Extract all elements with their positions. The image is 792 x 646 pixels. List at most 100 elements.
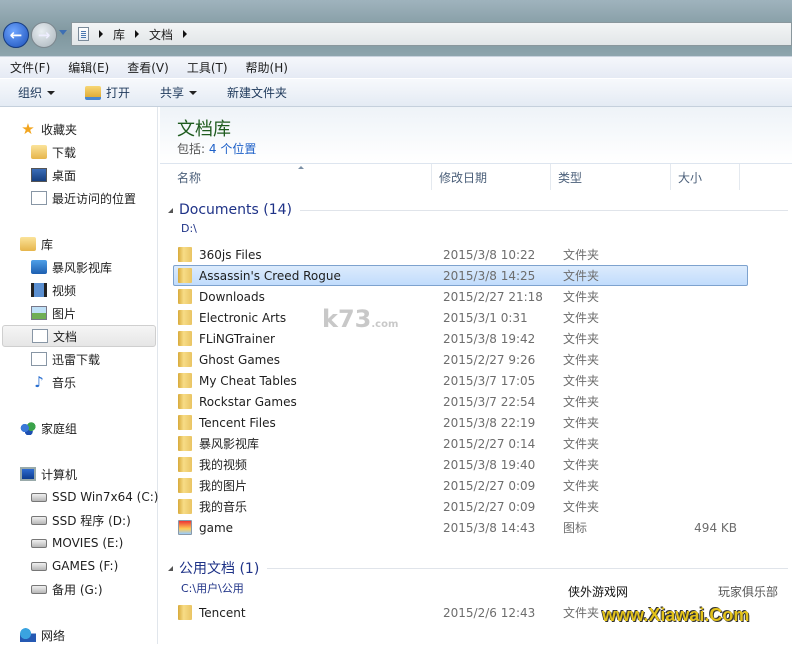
file-date: 2015/3/8 14:25 [443,268,536,283]
breadcrumb-documents[interactable]: 文档 [149,26,173,43]
menu-view[interactable]: 查看(V) [127,59,169,76]
file-date: 2015/2/27 0:09 [443,478,536,493]
sidebar-item-thunder-downloads[interactable]: 迅雷下载 [0,348,157,370]
file-row[interactable]: My Cheat Tables 2015/3/7 17:05 文件夹 [173,370,748,391]
group-title: 公用文档 (1) [179,561,260,577]
file-row[interactable]: 我的图片 2015/2/27 0:09 文件夹 [173,475,748,496]
file-type: 图标 [563,521,588,535]
sidebar-network[interactable]: 网络 [0,624,157,646]
share-label: 共享 [160,86,185,100]
file-row[interactable]: Tencent Files 2015/3/8 22:19 文件夹 [173,412,748,433]
drive-icon [31,515,47,525]
file-date: 2015/3/7 22:54 [443,394,536,409]
file-type: 文件夹 [563,311,600,325]
file-row[interactable]: Electronic Arts 2015/3/1 0:31 文件夹 [173,307,748,328]
new-folder-button[interactable]: 新建文件夹 [227,84,287,101]
sidebar-item-pictures[interactable]: 图片 [0,302,157,324]
file-row[interactable]: Ghost Games 2015/2/27 9:26 文件夹 [173,349,748,370]
file-row[interactable]: 暴风影视库 2015/2/27 0:14 文件夹 [173,433,748,454]
sidebar-item-downloads[interactable]: 下载 [0,141,157,163]
file-date: 2015/2/27 0:14 [443,436,536,451]
file-name: Tencent [199,605,246,620]
recent-pages-dropdown[interactable] [59,30,67,35]
file-name: 我的视频 [199,458,248,472]
file-size: 494 KB [694,520,737,535]
sidebar-item-drive-g[interactable]: 备用 (G:) [0,578,157,600]
column-name[interactable]: 名称 [170,164,432,190]
breadcrumb-libraries[interactable]: 库 [113,26,125,43]
share-button[interactable]: 共享 [160,84,198,101]
menu-edit[interactable]: 编辑(E) [68,59,109,76]
forward-button[interactable]: → [31,22,57,48]
sidebar-item-baofeng-library[interactable]: 暴风影视库 [0,256,157,278]
sidebar-item-drive-e[interactable]: MOVIES (E:) [0,532,157,554]
sidebar-item-label: 文档 [53,329,78,344]
back-button[interactable]: ← [3,22,29,48]
file-date: 2015/2/27 0:09 [443,499,536,514]
sidebar-item-music[interactable]: ♪ 音乐 [0,371,157,393]
file-row[interactable]: 360js Files 2015/3/8 10:22 文件夹 [173,244,748,265]
document-icon [31,352,47,366]
address-bar[interactable]: 库 文档 [71,22,792,46]
sidebar-item-drive-d[interactable]: SSD 程序 (D:) [0,509,157,531]
column-headers: 名称 修改日期 类型 大小 [160,163,792,190]
group-header[interactable]: 公用文档 (1) [160,558,792,578]
file-row[interactable]: FLiNGTrainer 2015/3/8 19:42 文件夹 [173,328,748,349]
sidebar-item-label: 最近访问的位置 [52,191,137,206]
xiawai-watermark-logo: www.Xiawai.Com [602,605,750,625]
folder-icon [178,457,192,472]
sidebar-item-drive-f[interactable]: GAMES (F:) [0,555,157,577]
file-name: 我的图片 [199,479,248,493]
file-row[interactable]: game 2015/3/8 14:43 图标 494 KB [173,517,748,538]
open-button[interactable]: 打开 [85,84,130,101]
group-path[interactable]: C:\用户\公用 [181,580,244,596]
drive-icon [31,538,47,548]
file-row[interactable]: Downloads 2015/2/27 21:18 文件夹 [173,286,748,307]
group-header[interactable]: Documents (14) [160,200,792,220]
navigation-pane: ★ 收藏夹 下载 桌面 最近访问的位置 库 暴风影视库 视频 图片 文档 迅雷下载… [0,107,158,644]
file-row[interactable]: 我的视频 2015/3/8 19:40 文件夹 [173,454,748,475]
drive-icon [31,561,47,571]
column-date-modified[interactable]: 修改日期 [432,164,551,190]
file-name: 暴风影视库 [199,437,260,451]
file-row[interactable]: Rockstar Games 2015/3/7 22:54 文件夹 [173,391,748,412]
file-date: 2015/2/6 12:43 [443,605,536,620]
breadcrumb-chevron-icon[interactable] [183,30,188,38]
libraries-icon [20,237,36,251]
organize-button[interactable]: 组织 [18,84,56,101]
file-row[interactable]: 我的音乐 2015/2/27 0:09 文件夹 [173,496,748,517]
menu-file[interactable]: 文件(F) [10,59,50,76]
sidebar-item-label: 库 [41,237,54,252]
sidebar-item-desktop[interactable]: 桌面 [0,164,157,186]
sidebar-item-recent-places[interactable]: 最近访问的位置 [0,187,157,209]
sidebar-item-drive-c[interactable]: SSD Win7x64 (C:) [0,486,158,508]
file-type: 文件夹 [563,395,600,409]
menu-tools[interactable]: 工具(T) [187,59,228,76]
group-path[interactable]: D:\ [181,222,197,235]
sidebar-item-documents[interactable]: 文档 [2,325,156,347]
breadcrumb-chevron-icon[interactable] [135,30,140,38]
breadcrumb-chevron-icon[interactable] [99,30,103,38]
collapse-triangle-icon[interactable] [168,565,173,571]
document-icon [32,329,48,343]
sidebar-homegroup[interactable]: 家庭组 [0,417,157,439]
sidebar-libraries[interactable]: 库 [0,233,157,255]
sidebar-item-label: SSD 程序 (D:) [52,513,131,528]
file-type: 文件夹 [563,374,600,388]
sidebar-favorites[interactable]: ★ 收藏夹 [0,118,157,140]
file-date: 2015/3/8 19:40 [443,457,536,472]
file-type: 文件夹 [563,500,600,514]
column-size[interactable]: 大小 [671,164,740,190]
locations-link[interactable]: 4 个位置 [209,142,256,156]
folder-icon [178,415,192,430]
documents-icon [78,27,89,41]
collapse-triangle-icon[interactable] [168,207,173,213]
column-type[interactable]: 类型 [551,164,671,190]
file-row[interactable]: Assassin's Creed Rogue 2015/3/8 14:25 文件夹 [173,265,748,286]
menu-help[interactable]: 帮助(H) [246,59,288,76]
3dm-icon [178,520,192,535]
sidebar-item-videos[interactable]: 视频 [0,279,157,301]
file-type: 文件夹 [563,458,600,472]
sidebar-computer[interactable]: 计算机 [0,463,157,485]
file-type: 文件夹 [563,353,600,367]
